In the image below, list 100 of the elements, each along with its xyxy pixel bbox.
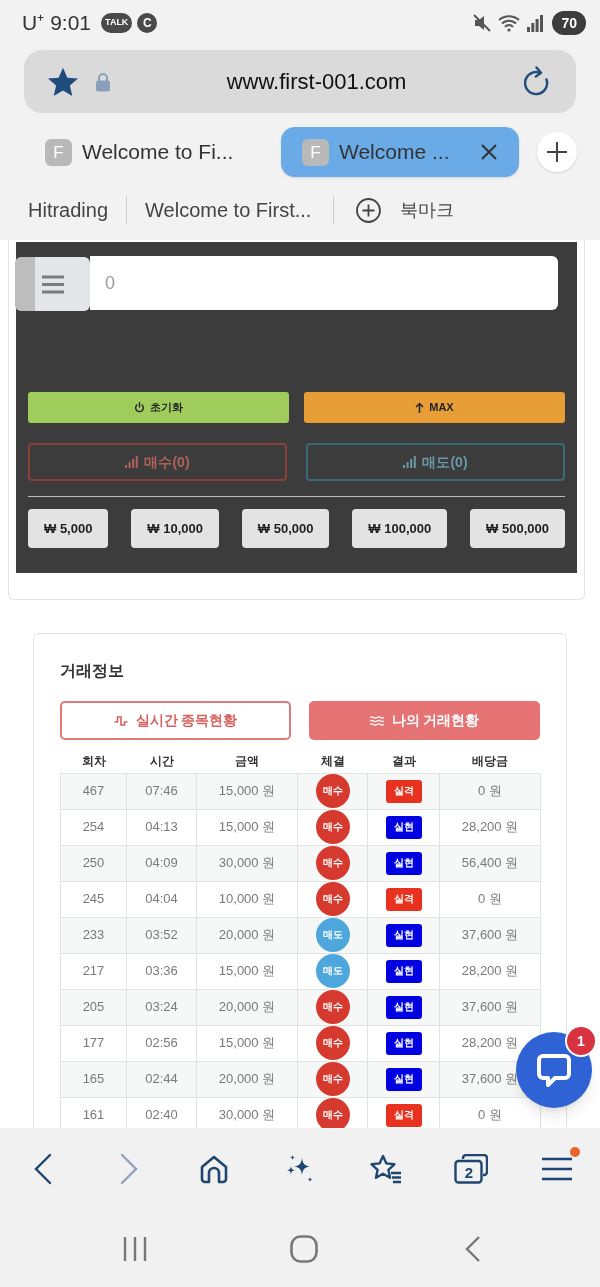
menu-icon[interactable] xyxy=(542,1157,573,1181)
trade-side-badge: 매수 xyxy=(315,810,350,844)
table-cell: 03:52 xyxy=(126,917,197,953)
clock-time: 9:01 xyxy=(50,12,92,33)
unread-count-badge: 1 xyxy=(565,1025,597,1057)
table-cell: 250 xyxy=(60,845,127,881)
favicon: F xyxy=(45,138,72,166)
table-cell: 177 xyxy=(60,1025,127,1061)
menu-icon xyxy=(42,274,64,294)
carrier-label: U⁺ xyxy=(22,12,45,33)
chevron-left-icon[interactable] xyxy=(33,1153,52,1185)
trade-side-badge: 매수 xyxy=(315,1026,350,1060)
result-badge: 실격 xyxy=(385,887,422,911)
amount-chip[interactable]: ₩ 5,000 xyxy=(28,509,109,548)
browser-tab[interactable]: F Welcome to Fi... xyxy=(40,127,260,177)
browser-tab[interactable]: F Welcome ... xyxy=(281,127,519,177)
trade-tab[interactable]: 실시간 종목현황 xyxy=(60,701,291,740)
result-badge: 실현 xyxy=(385,923,422,947)
table-cell: 37,600 원 xyxy=(439,917,541,953)
table-cell: 03:36 xyxy=(126,953,197,989)
address-bar[interactable]: www.first-001.com xyxy=(24,50,576,113)
table-cell: 20,000 원 xyxy=(196,1061,298,1097)
rounded-square-icon[interactable] xyxy=(289,1234,318,1263)
table-cell: 28,200 원 xyxy=(439,809,541,845)
menu-button[interactable] xyxy=(15,257,90,311)
speech-bubble-icon xyxy=(536,1052,572,1088)
max-button[interactable]: MAX xyxy=(304,392,565,423)
bookmark-link[interactable]: Hitrading xyxy=(28,195,109,225)
sparkles-icon[interactable] xyxy=(285,1154,315,1184)
trade-side-badge: 매도 xyxy=(315,918,350,952)
star-list-icon[interactable] xyxy=(369,1154,402,1184)
table-cell: 07:46 xyxy=(126,773,197,809)
table-cell: 205 xyxy=(60,989,127,1025)
signal-icon xyxy=(527,13,544,32)
plus-icon xyxy=(547,142,567,162)
trade-side-badge: 매수 xyxy=(315,774,350,808)
reset-button[interactable]: 초기화 xyxy=(28,392,289,423)
table-cell: 15,000 원 xyxy=(196,773,298,809)
star-icon[interactable] xyxy=(48,66,78,97)
amount-chip[interactable]: ₩ 50,000 xyxy=(241,509,330,548)
tab-switcher-button[interactable]: 2 xyxy=(454,1154,489,1184)
table-cell: 02:56 xyxy=(126,1025,197,1061)
table-cell: 15,000 원 xyxy=(196,809,298,845)
notification-badge: TALK xyxy=(101,12,133,33)
amount-chip[interactable]: ₩ 500,000 xyxy=(470,509,565,548)
column-header: 회차 xyxy=(60,750,127,773)
result-badge: 실현 xyxy=(385,851,422,875)
trade-side-badge: 매수 xyxy=(315,1098,350,1128)
signal-bars-icon xyxy=(403,456,417,468)
new-tab-button[interactable] xyxy=(537,132,577,172)
column-header: 체결 xyxy=(297,750,368,773)
table-cell: 217 xyxy=(60,953,127,989)
trade-side-badge: 매수 xyxy=(315,1062,350,1096)
plus-circle-icon xyxy=(356,197,382,223)
result-badge: 실현 xyxy=(385,815,422,839)
arrow-up-icon xyxy=(415,402,425,413)
table-cell: 15,000 원 xyxy=(196,1025,298,1061)
wavy-lines-icon xyxy=(369,715,384,726)
stacked-tabs-icon xyxy=(454,1154,489,1184)
result-badge: 실현 xyxy=(385,1067,422,1091)
section-title: 거래정보 xyxy=(60,661,125,681)
table-cell: 0 원 xyxy=(439,881,541,917)
table-cell: 10,000 원 xyxy=(196,881,298,917)
chevron-left-icon[interactable] xyxy=(464,1234,481,1263)
table-cell: 245 xyxy=(60,881,127,917)
pulse-icon xyxy=(113,714,128,727)
table-cell: 56,400 원 xyxy=(439,845,541,881)
close-icon[interactable] xyxy=(481,144,497,160)
amount-chip[interactable]: ₩ 100,000 xyxy=(352,509,448,548)
column-header: 시간 xyxy=(126,750,197,773)
result-badge: 실현 xyxy=(385,995,422,1019)
wifi-icon xyxy=(498,13,521,32)
battery-level: 70 xyxy=(552,10,586,35)
table-cell: 254 xyxy=(60,809,127,845)
table-cell: 37,600 원 xyxy=(439,989,541,1025)
table-cell: 233 xyxy=(60,917,127,953)
home-icon[interactable] xyxy=(199,1154,230,1184)
notification-badge: C xyxy=(137,12,158,33)
table-cell: 0 원 xyxy=(439,773,541,809)
trade-side-badge: 매수 xyxy=(315,882,350,916)
add-bookmark-button[interactable]: 북마크 xyxy=(356,196,455,224)
column-header: 금액 xyxy=(196,750,298,773)
table-cell: 02:44 xyxy=(126,1061,197,1097)
result-badge: 실현 xyxy=(385,959,422,983)
mute-icon xyxy=(473,12,492,33)
trade-side-badge: 매수 xyxy=(315,846,350,880)
result-badge: 실현 xyxy=(385,1031,422,1055)
recent-apps-icon[interactable] xyxy=(122,1236,147,1261)
bookmark-link[interactable]: Welcome to First... xyxy=(145,195,312,225)
table-cell: 03:24 xyxy=(126,989,197,1025)
amount-chip[interactable]: ₩ 10,000 xyxy=(131,509,219,548)
signal-bars-icon xyxy=(125,456,139,468)
trade-side-badge: 매도 xyxy=(315,954,350,988)
table-cell: 15,000 원 xyxy=(196,953,298,989)
result-badge: 실격 xyxy=(385,1103,422,1127)
lock-icon xyxy=(95,71,111,92)
table-cell: 467 xyxy=(60,773,127,809)
table-cell: 165 xyxy=(60,1061,127,1097)
column-header: 배당금 xyxy=(439,750,541,773)
table-cell: 20,000 원 xyxy=(196,989,298,1025)
